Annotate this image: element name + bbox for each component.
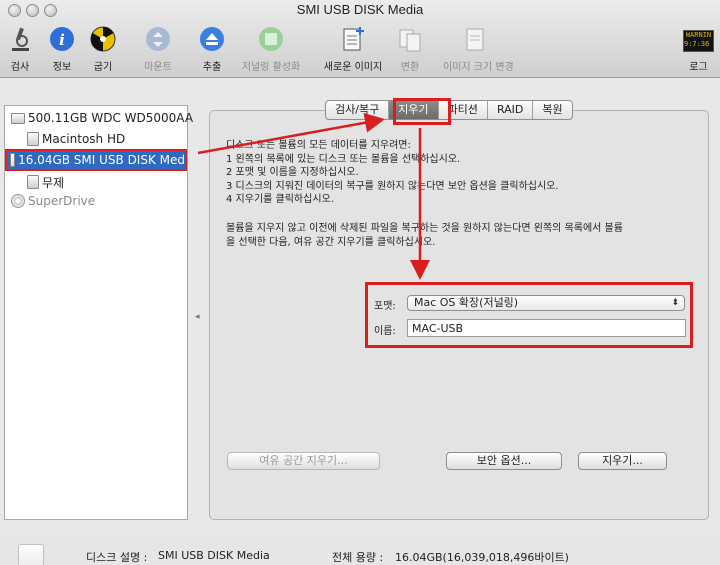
volume-name-field[interactable] <box>407 319 686 337</box>
toolbar-log-label: 로그 <box>689 62 708 73</box>
volume-icon <box>27 175 39 189</box>
instruction-line: 디스크 또는 볼륨의 모든 데이터를 지우려면: <box>226 140 411 151</box>
tab-raid[interactable]: RAID <box>488 101 534 119</box>
title-toolbar: SMI USB DISK Media 검사 i 정보 굽기 마운트 추출 저널링… <box>0 0 720 78</box>
name-label: 이름: <box>374 326 396 337</box>
erase-free-space-button[interactable]: 여유 공간 지우기... <box>227 452 380 470</box>
toolbar-burn-button[interactable]: 굽기 <box>90 26 116 74</box>
split-view-handle[interactable]: ◂ <box>195 312 200 322</box>
log-icon: WARNIN 9:7:36 8 <box>683 30 714 52</box>
disk-utility-window: SMI USB DISK Media 검사 i 정보 굽기 마운트 추출 저널링… <box>0 0 720 565</box>
sidebar-item-label: 무제 <box>42 175 65 190</box>
free-space-note: 볼륨을 지우지 않고 이전에 삭제된 파일을 복구하는 것을 원하지 않는다면 … <box>226 222 696 249</box>
toolbar-eject-button[interactable]: 추출 <box>199 26 225 74</box>
select-arrows-icon: ⬍ <box>671 298 679 308</box>
tab-restore[interactable]: 복원 <box>533 101 571 119</box>
disk-description-value: SMI USB DISK Media <box>158 549 270 562</box>
note-line: 볼륨을 지우지 않고 이전에 삭제된 파일을 복구하는 것을 원하지 않는다면 … <box>226 223 623 234</box>
instruction-line: 4 지우기를 클릭하십시오. <box>226 194 334 205</box>
format-select-value: Mac OS 확장(저널링) <box>414 296 519 309</box>
erase-instructions: 디스크 또는 볼륨의 모든 데이터를 지우려면: 1 왼쪽의 목록에 있는 디스… <box>226 139 696 207</box>
note-line: 을 선택한 다음, 여유 공간 지우기를 클릭하십시오. <box>226 236 436 248</box>
usb-disk-icon <box>10 153 16 167</box>
total-capacity-value: 16.04GB(16,039,018,496바이트) <box>395 551 569 564</box>
sidebar-item-untitled-volume[interactable]: 무제 <box>27 173 64 191</box>
sidebar-item-label: 16.04GB SMI USB DISK Med <box>18 153 185 167</box>
sidebar-item-smi-usb-disk[interactable]: 16.04GB SMI USB DISK Med <box>5 149 187 171</box>
erase-tab-highlight <box>393 98 451 125</box>
convert-icon <box>399 29 421 52</box>
security-options-button[interactable]: 보안 옵션... <box>446 452 562 470</box>
toolbar-mount-button[interactable]: 마운트 <box>144 26 172 74</box>
new-image-icon <box>343 27 364 51</box>
burn-icon <box>90 26 116 52</box>
volume-icon <box>27 132 39 146</box>
resize-image-icon <box>466 28 484 51</box>
erase-button[interactable]: 지우기... <box>578 452 667 470</box>
sidebar-item-superdrive[interactable]: SuperDrive <box>11 192 95 210</box>
hard-disk-icon <box>11 112 25 124</box>
sidebar-item-wdc-disk[interactable]: 500.11GB WDC WD5000AA <box>11 109 193 127</box>
journaling-icon <box>259 27 283 51</box>
toolbar-log-button[interactable]: WARNIN 9:7:36 8 로그 <box>683 26 714 74</box>
total-capacity-label: 전체 용량 : <box>332 551 384 564</box>
toolbar-convert-button[interactable]: 변환 <box>397 26 423 74</box>
toolbar-resize-image-label: 이미지 크기 변경 <box>443 62 514 73</box>
svg-text:i: i <box>59 31 65 49</box>
sidebar-item-macintosh-hd[interactable]: Macintosh HD <box>27 130 125 148</box>
toolbar-new-image-button[interactable]: 새로운 이미지 <box>324 26 382 74</box>
selected-disk-icon <box>18 544 44 565</box>
format-label: 포맷: <box>374 301 396 312</box>
toolbar-resize-image-button[interactable]: 이미지 크기 변경 <box>443 26 514 74</box>
eject-icon <box>200 27 224 51</box>
sidebar-item-label: 500.11GB WDC WD5000AA <box>28 111 194 125</box>
toolbar-eject-label: 추출 <box>202 62 222 73</box>
info-icon: i <box>50 27 74 51</box>
toolbar-enable-journaling-label: 저널링 활성화 <box>241 62 301 73</box>
mount-icon <box>146 27 170 51</box>
disk-description-label: 디스크 설명 : <box>86 551 148 564</box>
superdrive-icon <box>11 194 25 208</box>
sidebar-item-label: Macintosh HD <box>42 132 126 146</box>
status-bar: 디스크 설명 : SMI USB DISK Media 전체 용량 : 16.0… <box>0 538 720 565</box>
format-name-highlight <box>365 282 693 348</box>
tab-verify-repair[interactable]: 검사/복구 <box>326 101 390 119</box>
instruction-line: 1 왼쪽의 목록에 있는 디스크 또는 볼륨을 선택하십시오. <box>226 153 461 165</box>
microscope-icon <box>12 27 29 51</box>
disk-list-sidebar: 500.11GB WDC WD5000AA Macintosh HD 16.04… <box>4 105 193 520</box>
format-select[interactable]: Mac OS 확장(저널링) ⬍ <box>407 295 685 311</box>
toolbar-enable-journaling-button[interactable]: 저널링 활성화 <box>242 26 300 74</box>
sidebar-item-label: SuperDrive <box>28 194 96 208</box>
instruction-line: 3 디스크의 지워진 데이터의 복구를 원하지 않는다면 보안 옵션을 클릭하십… <box>226 180 559 192</box>
instruction-line: 2 포맷 및 이름을 지정하십시오. <box>226 167 359 178</box>
toolbar-convert-label: 변환 <box>400 62 420 73</box>
window-title: SMI USB DISK Media <box>296 2 424 17</box>
